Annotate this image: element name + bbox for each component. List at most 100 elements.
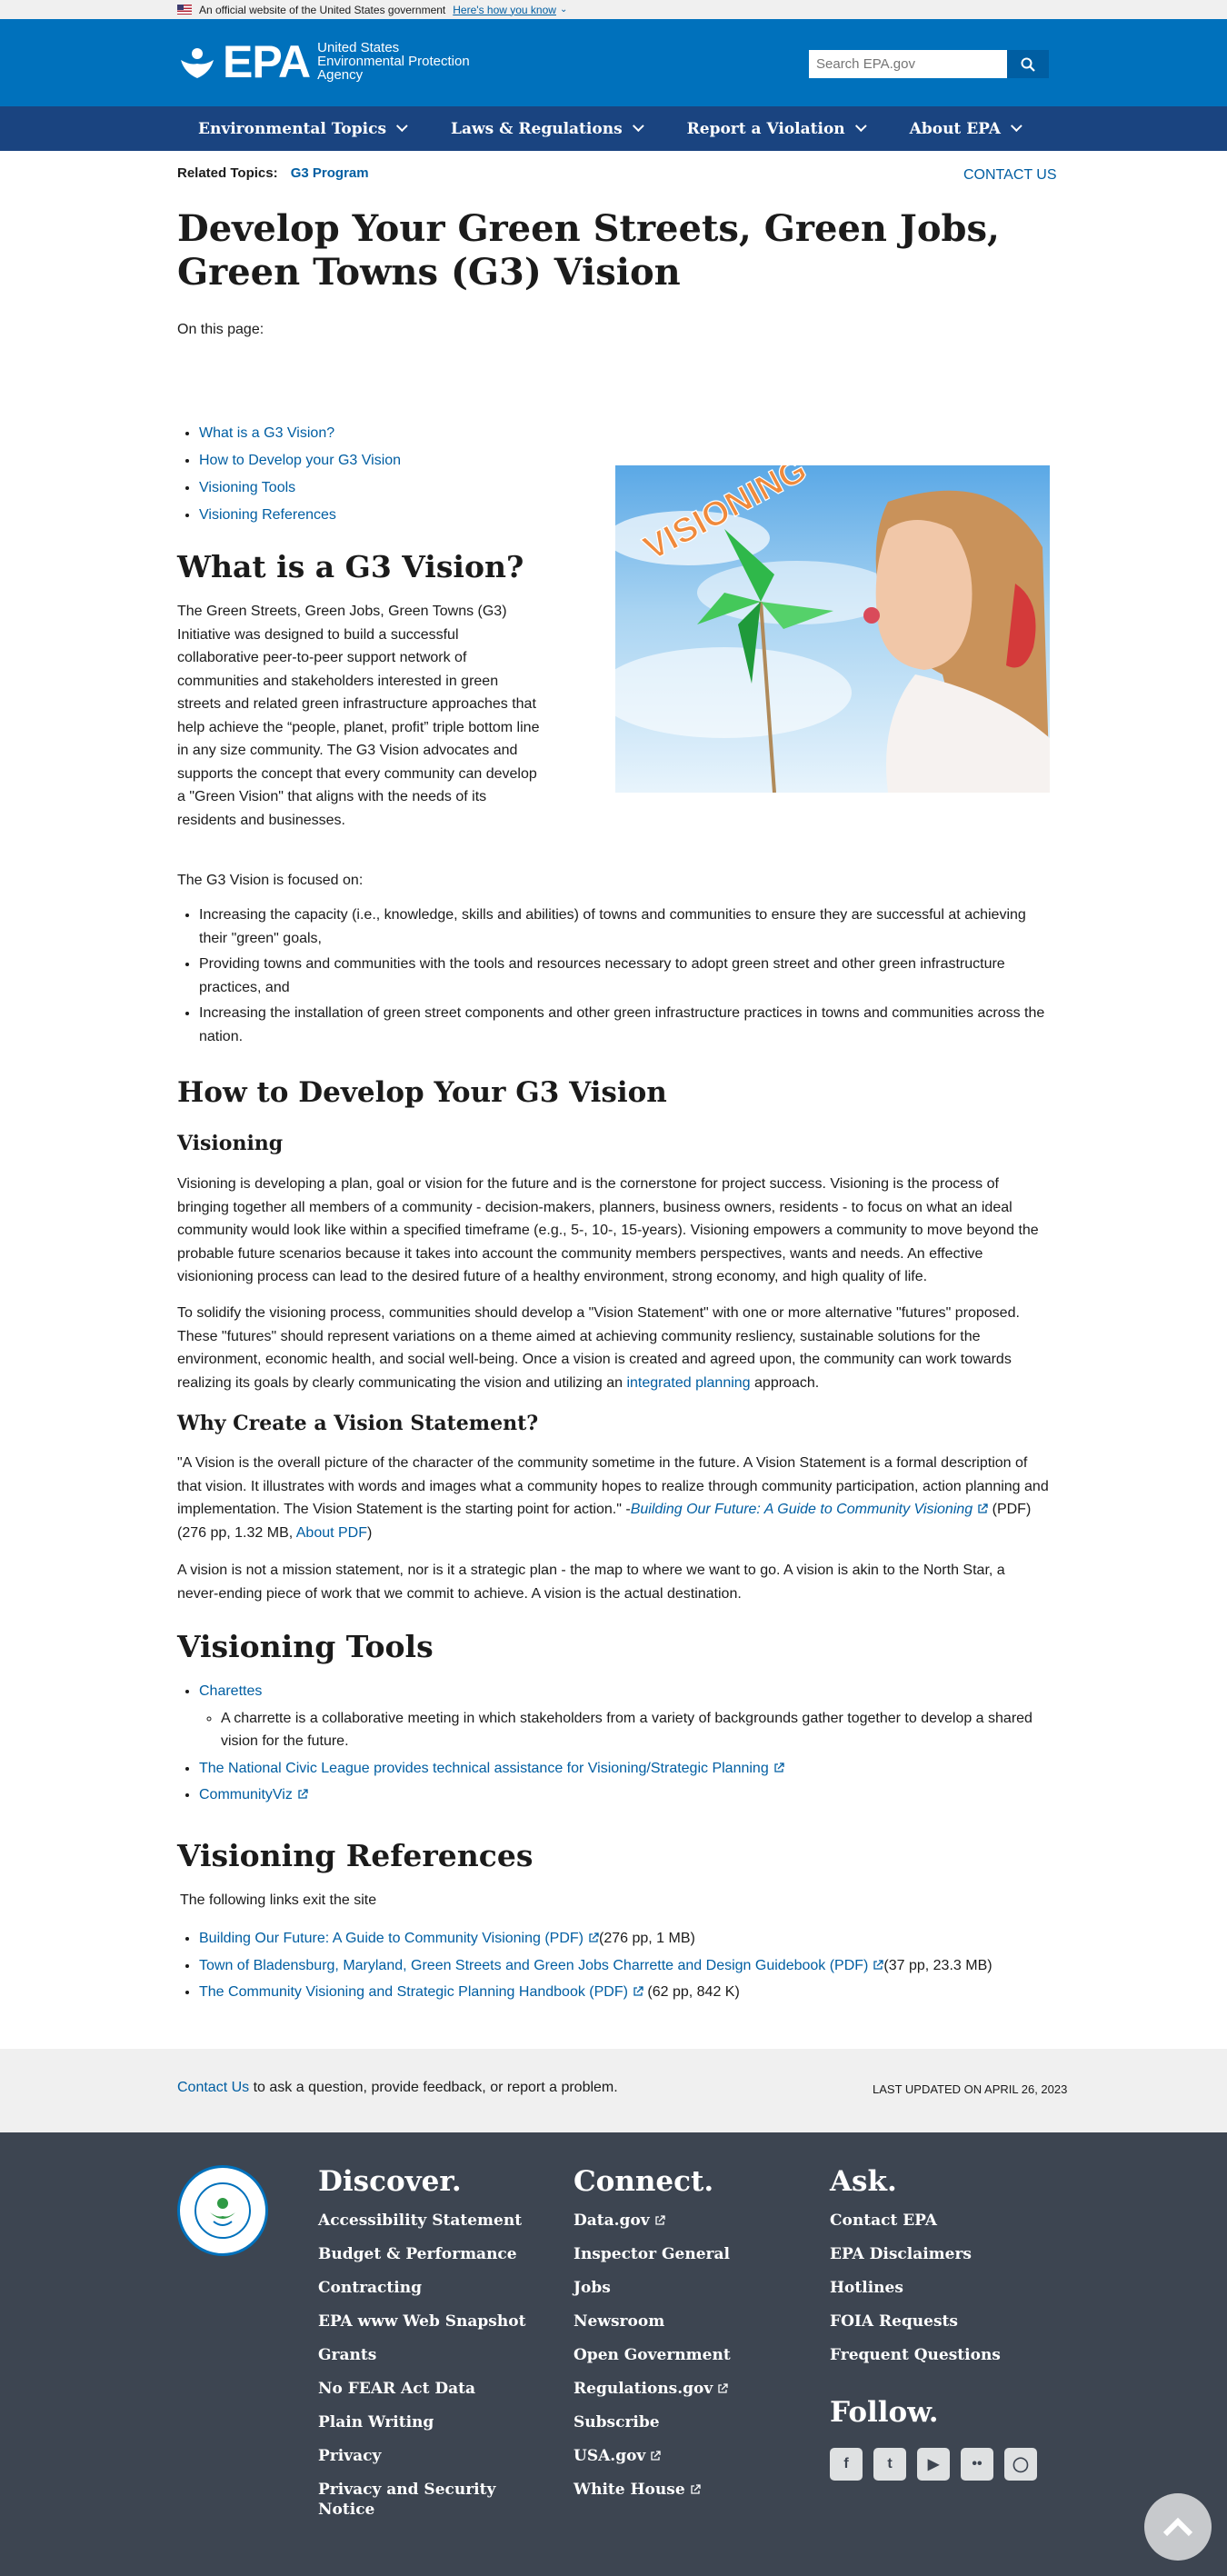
- follow-heading: Follow.: [830, 2396, 939, 2429]
- subheading-why: Why Create a Vision Statement?: [177, 1412, 539, 1435]
- footer-discover: Discover. Accessibility Statement Budget…: [318, 2165, 525, 2533]
- chevron-down-icon: [395, 120, 408, 133]
- nav-report-violation[interactable]: Report a Violation: [687, 120, 867, 138]
- twitter-icon[interactable]: t: [873, 2448, 906, 2481]
- footer-link[interactable]: FOIA Requests: [830, 2311, 1001, 2331]
- reference-meta: (37 pp, 23.3 MB): [883, 1957, 993, 1973]
- footer-link[interactable]: Privacy: [318, 2446, 525, 2466]
- reference-link[interactable]: Town of Bladensburg, Maryland, Green Str…: [199, 1958, 868, 1973]
- about-pdf-link[interactable]: About PDF: [296, 1525, 367, 1541]
- reference-link[interactable]: The Community Visioning and Strategic Pl…: [199, 1984, 628, 2000]
- search-input[interactable]: [809, 50, 1007, 78]
- gov-banner: An official website of the United States…: [0, 0, 1227, 19]
- search-form: [809, 50, 1049, 78]
- contact-us-link[interactable]: CONTACT US: [963, 167, 1057, 184]
- g3-program-link[interactable]: G3 Program: [291, 165, 369, 181]
- footer-link[interactable]: Contracting: [318, 2278, 525, 2298]
- external-link-icon: [589, 1932, 599, 1942]
- toc-link-tools[interactable]: Visioning Tools: [199, 480, 295, 495]
- footer-link[interactable]: White House: [574, 2480, 731, 2500]
- toc-item: What is a G3 Vision?: [199, 420, 401, 447]
- epa-seal-icon: [177, 2165, 268, 2256]
- on-this-page-list: What is a G3 Vision? How to Develop your…: [199, 420, 401, 529]
- back-to-top-button[interactable]: [1144, 2493, 1212, 2561]
- why-paragraph-1: "A Vision is the overall picture of the …: [177, 1455, 1049, 1541]
- focused-intro: The G3 Vision is focused on:: [177, 873, 364, 888]
- footer-link[interactable]: Open Government: [574, 2345, 731, 2365]
- building-our-future-link[interactable]: Building Our Future: A Guide to Communit…: [631, 1502, 973, 1517]
- external-link-icon: [655, 2215, 665, 2225]
- footer-link[interactable]: Data.gov: [574, 2211, 731, 2231]
- search-button[interactable]: [1007, 50, 1049, 78]
- footer-link[interactable]: Inspector General: [574, 2244, 731, 2264]
- us-flag-icon: [177, 5, 192, 15]
- visioning-hero-image: VISIONING: [615, 465, 1050, 793]
- footer-link[interactable]: Newsroom: [574, 2311, 731, 2331]
- footer-link[interactable]: Accessibility Statement: [318, 2211, 525, 2231]
- list-item: Increasing the capacity (i.e., knowledge…: [199, 904, 1050, 950]
- toc-link-what[interactable]: What is a G3 Vision?: [199, 425, 334, 441]
- footer-link[interactable]: Hotlines: [830, 2278, 1001, 2298]
- footer-link[interactable]: EPA Disclaimers: [830, 2244, 1001, 2264]
- nav-about-epa[interactable]: About EPA: [910, 120, 1022, 138]
- external-link-icon: [774, 1762, 784, 1772]
- external-link-icon: [298, 1789, 308, 1799]
- nav-environmental-topics[interactable]: Environmental Topics: [198, 120, 408, 138]
- ask-heading: Ask.: [830, 2165, 897, 2198]
- section-heading-tools: Visioning Tools: [177, 1629, 434, 1664]
- communityviz-link[interactable]: CommunityViz: [199, 1787, 293, 1802]
- heres-how-you-know-link[interactable]: Here's how you know: [453, 4, 556, 16]
- discover-heading: Discover.: [318, 2165, 462, 2198]
- visioning-paragraph-2: To solidify the visioning process, commu…: [177, 1305, 1020, 1391]
- instagram-icon[interactable]: ◯: [1004, 2448, 1037, 2481]
- list-item: CommunityViz: [199, 1783, 1050, 1807]
- external-link-icon: [718, 2383, 728, 2393]
- civic-league-link[interactable]: The National Civic League provides techn…: [199, 1761, 769, 1776]
- footer-link[interactable]: Plain Writing: [318, 2412, 525, 2432]
- toc-item: Visioning Tools: [199, 474, 401, 502]
- footer-link[interactable]: Privacy and Security Notice: [318, 2480, 509, 2520]
- why-paragraph-2: A vision is not a mission statement, nor…: [177, 1563, 1005, 1602]
- chevron-down-icon: ⌄: [559, 5, 568, 15]
- footer-link[interactable]: Grants: [318, 2345, 525, 2365]
- flickr-icon[interactable]: ••: [961, 2448, 993, 2481]
- what-paragraph: The Green Streets, Green Jobs, Green Tow…: [177, 604, 540, 828]
- charette-description: A charrette is a collaborative meeting i…: [221, 1707, 1050, 1753]
- chevron-up-icon: [1162, 2517, 1193, 2537]
- list-item: The Community Visioning and Strategic Pl…: [199, 1981, 1050, 2004]
- section-heading-references: Visioning References: [177, 1838, 534, 1873]
- last-updated: LAST UPDATED ON APRIL 26, 2023: [873, 2082, 1068, 2096]
- reference-link[interactable]: Building Our Future: A Guide to Communit…: [199, 1931, 584, 1946]
- footer-connect: Connect. Data.gov Inspector General Jobs…: [574, 2165, 731, 2513]
- external-link-icon: [633, 1986, 643, 1996]
- list-item: Town of Bladensburg, Maryland, Green Str…: [199, 1954, 1050, 1978]
- chevron-down-icon: [854, 120, 867, 133]
- charettes-link[interactable]: Charettes: [199, 1683, 262, 1699]
- chevron-down-icon: [1010, 120, 1022, 133]
- toc-item: Visioning References: [199, 502, 401, 529]
- site-header: EPA United States Environmental Protecti…: [0, 19, 1227, 106]
- footer-link[interactable]: Jobs: [574, 2278, 731, 2298]
- footer-link[interactable]: Contact EPA: [830, 2211, 1001, 2231]
- gov-banner-text: An official website of the United States…: [199, 3, 446, 16]
- nav-laws-regulations[interactable]: Laws & Regulations: [451, 120, 644, 138]
- connect-heading: Connect.: [574, 2165, 714, 2198]
- page-title: Develop Your Green Streets, Green Jobs, …: [177, 207, 1000, 294]
- list-item: Charettes A charrette is a collaborative…: [199, 1680, 1050, 1753]
- toc-link-how[interactable]: How to Develop your G3 Vision: [199, 453, 401, 468]
- feedback-band: Contact Us to ask a question, provide fe…: [0, 2049, 1227, 2132]
- integrated-planning-link[interactable]: integrated planning: [626, 1375, 750, 1391]
- footer-link[interactable]: USA.gov: [574, 2446, 731, 2466]
- epa-logo[interactable]: EPA United States Environmental Protecti…: [177, 39, 470, 85]
- feedback-contact-link[interactable]: Contact Us: [177, 2080, 249, 2095]
- footer-link[interactable]: Regulations.gov: [574, 2379, 731, 2399]
- youtube-icon[interactable]: ▶: [917, 2448, 950, 2481]
- epa-flower-icon: [181, 47, 214, 78]
- footer-link[interactable]: Budget & Performance: [318, 2244, 525, 2264]
- footer-link[interactable]: Subscribe: [574, 2412, 731, 2432]
- toc-link-references[interactable]: Visioning References: [199, 507, 336, 523]
- facebook-icon[interactable]: f: [830, 2448, 863, 2481]
- footer-link[interactable]: No FEAR Act Data: [318, 2379, 525, 2399]
- footer-link[interactable]: Frequent Questions: [830, 2345, 1001, 2365]
- footer-link[interactable]: EPA www Web Snapshot: [318, 2311, 525, 2331]
